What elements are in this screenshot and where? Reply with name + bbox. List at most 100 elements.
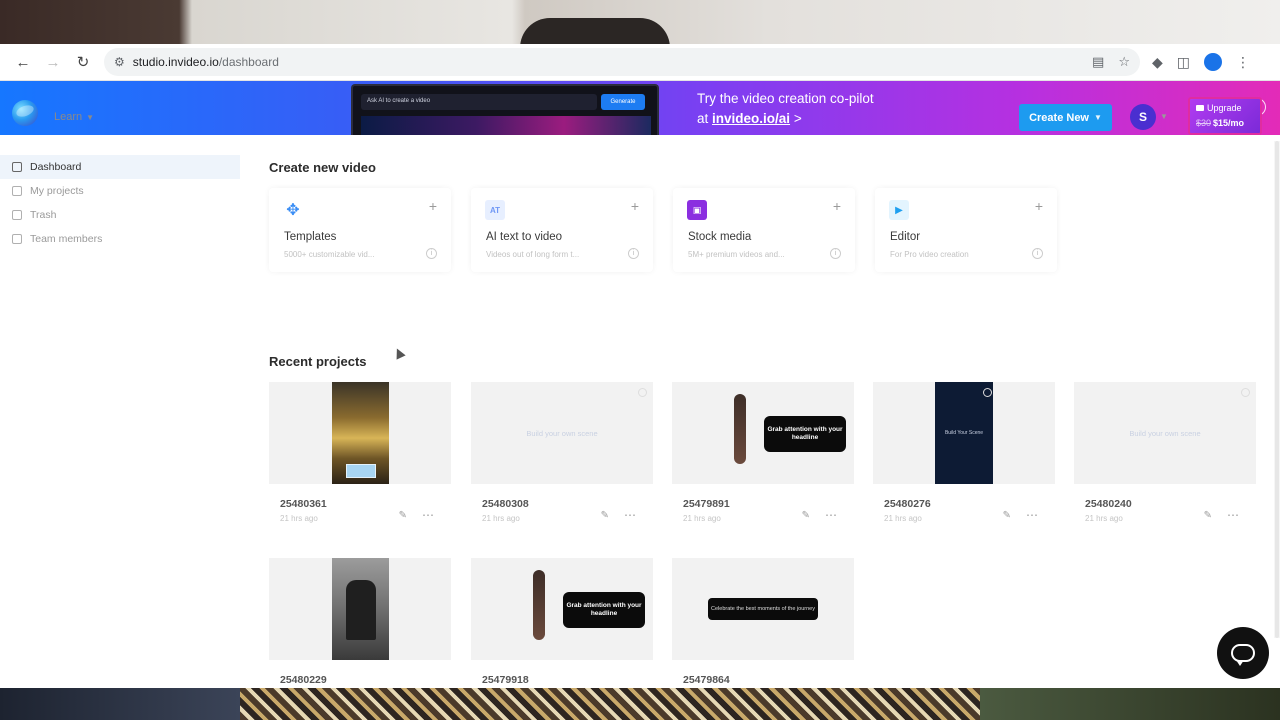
chat-bubble-icon [1231,644,1255,666]
scrollbar[interactable] [1274,141,1280,638]
project-card[interactable]: Celebrate the best moments of the journe… [672,558,854,686]
templates-icon: ✥ [286,202,300,219]
sidebar-item-trash[interactable]: Trash [0,203,242,227]
create-cards: ✥ + Templates 5000+ customizable vid... … [269,188,1057,272]
trash-icon [12,210,22,220]
card-description: Videos out of long form t... [486,250,580,259]
upgrade-button[interactable]: Upgrade $30 $15/mo [1188,97,1262,135]
browser-profile-icon[interactable] [1204,53,1223,71]
back-icon[interactable]: ← [8,47,38,77]
pencil-icon[interactable]: ✎ [399,510,407,521]
card-title: Editor [890,231,921,243]
bookmark-star-icon[interactable]: ☆ [1118,54,1130,70]
sidebar-item-team-members[interactable]: Team members [0,227,242,251]
more-options-icon[interactable]: ⋯ [1227,508,1240,522]
project-name: 25480229 [280,674,327,686]
app-header: Learn ▼ Create New ▼ S ▼ Upgrade $30 $15/m… [0,91,1280,141]
card-title: Templates [284,231,337,243]
project-card[interactable]: Build Your Scene 25480276 21 hrs ago ✎ ⋯ [873,382,1055,523]
forward-icon[interactable]: → [38,47,68,77]
scene-text: Grab attention with your headline [563,592,645,628]
scene-text: Build your own scene [526,428,598,438]
team-icon [12,234,22,244]
crown-icon [1196,105,1204,111]
more-options-icon[interactable]: ⋯ [1026,508,1039,522]
address-bar[interactable]: ⚙ studio.invideo.io/dashboard ▤ ☆ [104,48,1140,76]
settings-icon[interactable] [638,388,647,397]
pencil-icon[interactable]: ✎ [802,510,810,521]
upgrade-old-price: $30 [1196,118,1212,128]
folder-icon [12,186,22,196]
project-card[interactable]: Grab attention with your headline 254799… [471,558,653,686]
sidebar: Dashboard My projects Trash Team members [0,155,242,251]
url-path: /dashboard [218,55,279,69]
project-thumbnail[interactable] [269,382,451,484]
camera-backdrop-top [0,0,1280,48]
pencil-icon[interactable]: ✎ [1003,510,1011,521]
info-icon[interactable]: i [830,248,841,259]
project-thumbnail[interactable]: Grab attention with your headline [471,558,653,660]
create-card-editor[interactable]: ▶ + Editor For Pro video creation i [875,188,1057,272]
settings-icon[interactable] [1241,388,1250,397]
reload-icon[interactable]: ↻ [68,47,98,77]
project-card[interactable]: Grab attention with your headline 254798… [672,382,854,523]
scene-text: Build your own scene [1129,428,1201,438]
sidebar-item-my-projects[interactable]: My projects [0,179,242,203]
plus-icon[interactable]: + [631,198,639,214]
side-panel-icon[interactable]: ◫ [1177,54,1190,71]
extensions-icon[interactable]: ◆ [1152,54,1163,71]
avatar-chevron-icon[interactable]: ▼ [1160,112,1168,121]
project-thumbnail[interactable]: Build Your Scene [873,382,1055,484]
avatar[interactable]: S [1130,104,1156,130]
card-title: AI text to video [486,231,563,243]
sidebar-item-label: Team members [30,233,103,245]
plus-icon[interactable]: + [1035,198,1043,214]
pencil-icon[interactable]: ✎ [1204,510,1212,521]
create-card-ai-text-to-video[interactable]: AT + AI text to video Videos out of long… [471,188,653,272]
project-thumbnail[interactable]: Celebrate the best moments of the journe… [672,558,854,660]
pencil-icon[interactable]: ✎ [601,510,609,521]
info-icon[interactable]: i [426,248,437,259]
project-thumbnail[interactable]: Grab attention with your headline [672,382,854,484]
learn-menu[interactable]: Learn ▼ [54,111,94,123]
chat-support-button[interactable] [1217,627,1269,679]
scene-text: Grab attention with your headline [764,416,846,452]
more-options-icon[interactable]: ⋯ [825,508,838,522]
project-thumbnail[interactable] [269,558,451,660]
create-section-title: Create new video [269,160,376,175]
project-card[interactable]: 25480361 21 hrs ago ✎ ⋯ [269,382,451,523]
project-thumbnail[interactable]: Build your own scene [1074,382,1256,484]
more-options-icon[interactable]: ⋯ [422,508,435,522]
project-thumbnail[interactable]: Build your own scene [471,382,653,484]
dashboard-icon [12,162,22,172]
browser-menu-icon[interactable]: ⋮ [1236,54,1250,71]
project-card[interactable]: Build your own scene 25480308 21 hrs ago… [471,382,653,523]
scene-text: Celebrate the best moments of the journe… [708,598,818,620]
sidebar-item-label: My projects [30,185,84,197]
settings-icon[interactable] [983,388,992,397]
install-app-icon[interactable]: ▤ [1092,54,1104,70]
site-settings-icon[interactable]: ⚙ [114,55,125,69]
info-icon[interactable]: i [628,248,639,259]
invideo-logo-icon[interactable] [12,100,38,126]
chevron-down-icon: ▼ [1094,113,1102,122]
sidebar-item-dashboard[interactable]: Dashboard [0,155,240,179]
card-description: 5M+ premium videos and... [688,250,785,259]
camera-backdrop-bottom [0,688,1280,720]
plus-icon[interactable]: + [833,198,841,214]
project-name: 25479864 [683,674,730,686]
browser-toolbar: ← → ↻ ⚙ studio.invideo.io/dashboard ▤ ☆ … [0,44,1280,81]
card-description: 5000+ customizable vid... [284,250,375,259]
stock-media-icon: ▣ [687,200,707,220]
plus-icon[interactable]: + [429,198,437,214]
project-name: 25479918 [482,674,529,686]
create-new-button[interactable]: Create New ▼ [1019,104,1112,131]
project-card[interactable]: Build your own scene 25480240 21 hrs ago… [1074,382,1256,523]
create-card-stock-media[interactable]: ▣ + Stock media 5M+ premium videos and..… [673,188,855,272]
more-options-icon[interactable]: ⋯ [624,508,637,522]
create-card-templates[interactable]: ✥ + Templates 5000+ customizable vid... … [269,188,451,272]
info-icon[interactable]: i [1032,248,1043,259]
main-content: Create new video ✥ + Templates 5000+ cus… [269,160,1269,686]
project-card[interactable]: 25480229 [269,558,451,686]
chevron-down-icon: ▼ [86,113,95,122]
